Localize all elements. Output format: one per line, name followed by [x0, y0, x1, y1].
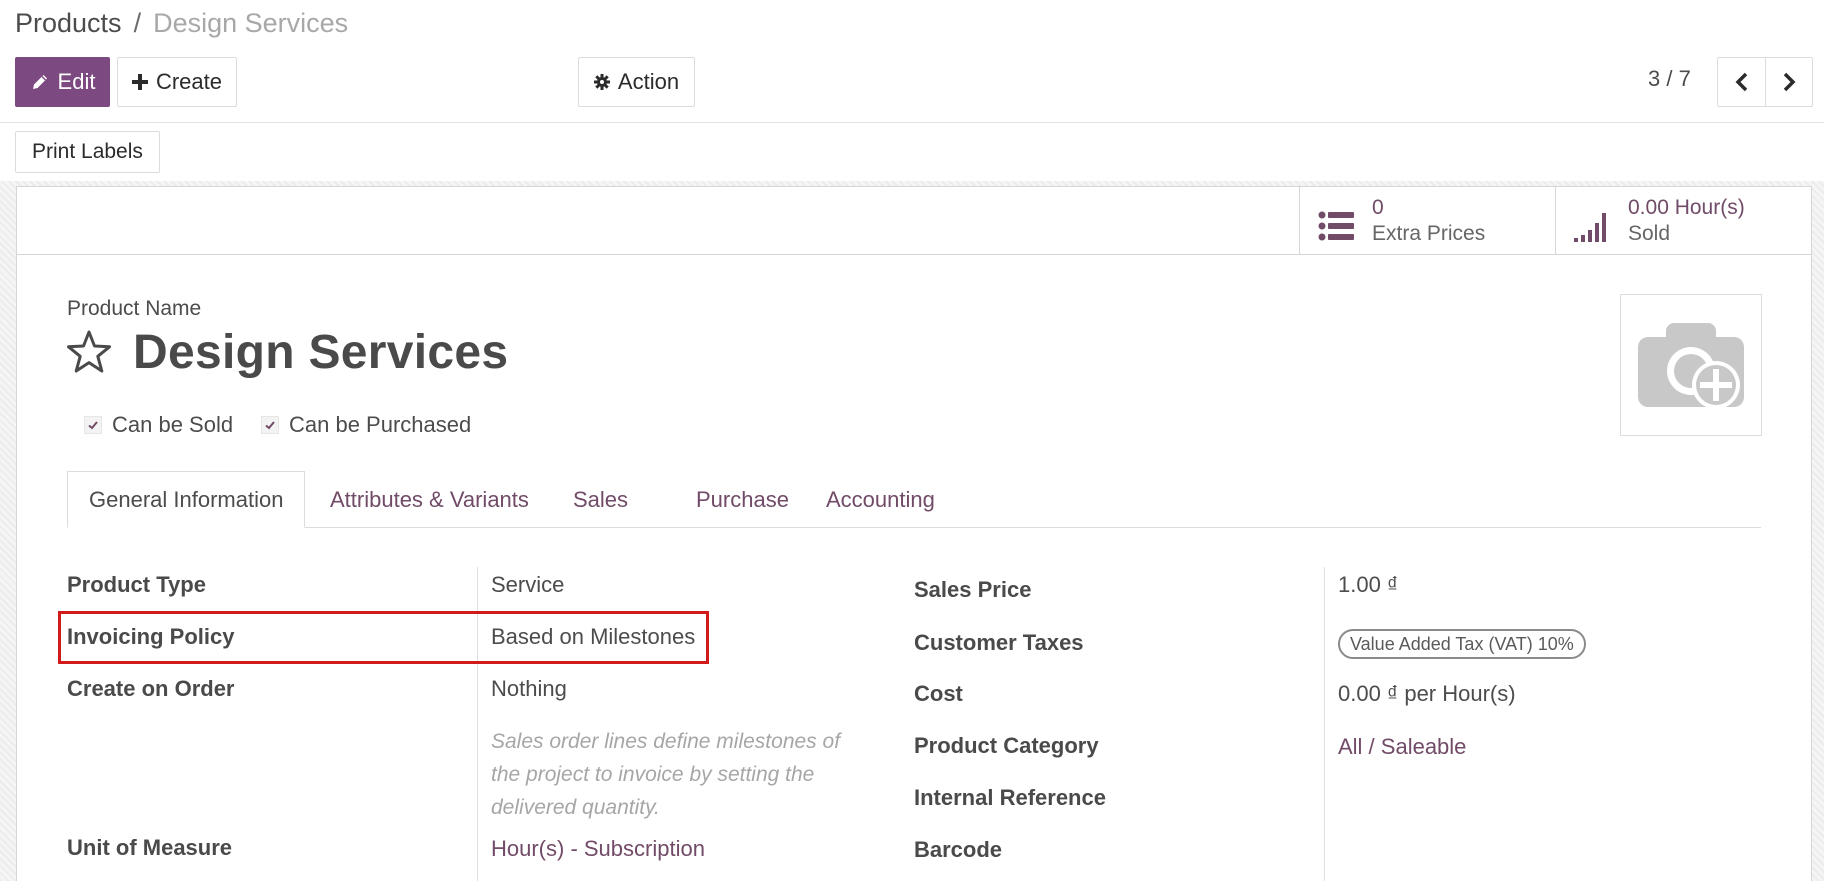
product-type-field[interactable]: Service: [491, 572, 564, 598]
cost-field[interactable]: 0.00 ₫ per Hour(s): [1338, 681, 1516, 707]
can-be-sold-label: Can be Sold: [112, 412, 234, 437]
extra-prices-button[interactable]: 0 Extra Prices: [1299, 187, 1555, 255]
sold-button[interactable]: 0.00 Hour(s) Sold: [1555, 187, 1811, 255]
action-button-label: Action: [617, 69, 680, 94]
customer-tax-badge[interactable]: Value Added Tax (VAT) 10%: [1338, 629, 1586, 659]
create-button[interactable]: Create: [117, 57, 237, 107]
pager-previous-button[interactable]: [1717, 57, 1766, 107]
edit-button-label: Edit: [57, 69, 96, 94]
create-on-order-help-text: Sales order lines define milestones of t…: [491, 730, 841, 819]
right-column-separator: [1324, 567, 1325, 881]
invoicing-policy-highlight: [58, 611, 709, 664]
product-category-label: Product Category: [914, 733, 1099, 758]
product-type-label: Product Type: [67, 572, 206, 597]
tab-general-information[interactable]: General Information: [67, 471, 306, 528]
can-be-sold-checkbox[interactable]: Can be Sold: [84, 412, 233, 438]
pager-value[interactable]: 3 / 7: [1648, 66, 1691, 92]
breadcrumb-separator: /: [133, 8, 142, 38]
tab-purchase[interactable]: Purchase: [675, 471, 810, 528]
checkmark-icon: [88, 421, 98, 430]
edit-button[interactable]: Edit: [15, 57, 110, 107]
product-name-label: Product Name: [67, 297, 202, 320]
extra-prices-count: 0: [1372, 196, 1384, 219]
chevron-left-icon: [1735, 72, 1747, 92]
print-labels-button[interactable]: Print Labels: [15, 131, 160, 173]
unit-of-measure-field[interactable]: Hour(s) - Subscription: [491, 836, 705, 862]
action-dropdown-button[interactable]: Action: [578, 57, 695, 107]
form-sheet: 0 Extra Prices 0.00 Hour(s) Sold Product…: [16, 186, 1812, 881]
product-category-field[interactable]: All / Saleable: [1338, 734, 1466, 760]
list-icon: [1318, 211, 1354, 241]
plus-icon: [131, 74, 148, 90]
sold-label: Sold: [1628, 222, 1671, 245]
sales-price-field[interactable]: 1.00 ₫: [1338, 572, 1398, 598]
checkmark-icon: [265, 421, 275, 430]
can-be-purchased-check[interactable]: [261, 416, 279, 434]
statusbar: [0, 123, 1824, 181]
pencil-icon: [32, 75, 47, 89]
chevron-right-icon: [1783, 72, 1796, 92]
can-be-purchased-label: Can be Purchased: [289, 412, 472, 437]
create-on-order-label: Create on Order: [67, 676, 235, 701]
can-be-purchased-checkbox[interactable]: Can be Purchased: [261, 412, 471, 438]
sold-value: 0.00 Hour(s): [1628, 196, 1745, 219]
can-be-sold-check[interactable]: [84, 416, 102, 434]
tab-sales[interactable]: Sales: [552, 471, 649, 528]
gear-icon: [593, 74, 610, 90]
internal-reference-label: Internal Reference: [914, 785, 1106, 810]
create-button-label: Create: [155, 69, 223, 94]
notebook-tabs: General Information Attributes & Variant…: [67, 471, 1761, 528]
smart-button-box: 0 Extra Prices 0.00 Hour(s) Sold: [17, 187, 1811, 255]
customer-taxes-label: Customer Taxes: [914, 630, 1084, 655]
camera-plus-icon: [1638, 323, 1744, 409]
tab-attributes-variants[interactable]: Attributes & Variants: [309, 471, 550, 528]
cost-label: Cost: [914, 681, 963, 706]
unit-of-measure-label: Unit of Measure: [67, 835, 233, 860]
breadcrumb-current: Design Services: [153, 8, 349, 38]
sales-price-label: Sales Price: [914, 577, 1032, 602]
extra-prices-label: Extra Prices: [1372, 222, 1486, 245]
create-on-order-field[interactable]: Nothing: [491, 676, 567, 702]
signal-icon: [1574, 213, 1606, 242]
product-image-upload[interactable]: [1620, 294, 1762, 436]
breadcrumb-products-link[interactable]: Products: [15, 8, 122, 38]
breadcrumb: Products / Design Services: [15, 6, 348, 40]
pager-next-button[interactable]: [1765, 57, 1813, 107]
favorite-star-icon[interactable]: [65, 329, 113, 380]
product-name: Design Services: [133, 326, 509, 379]
tab-accounting[interactable]: Accounting: [805, 471, 956, 528]
barcode-label: Barcode: [914, 837, 1003, 862]
